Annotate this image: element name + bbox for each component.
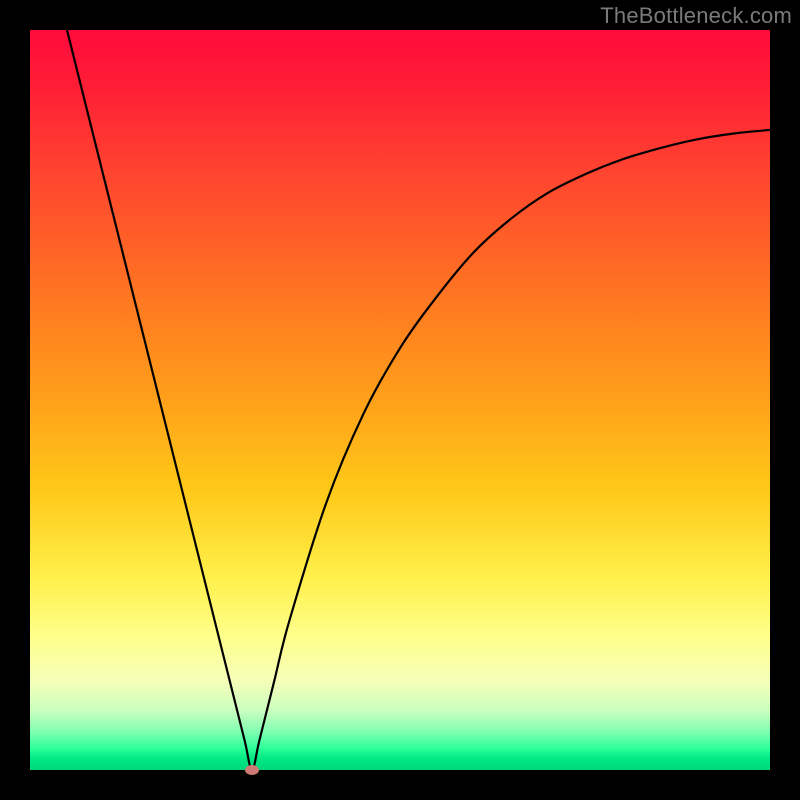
plot-area bbox=[30, 30, 770, 770]
watermark-text: TheBottleneck.com bbox=[600, 3, 792, 29]
chart-frame: TheBottleneck.com bbox=[0, 0, 800, 800]
bottleneck-curve bbox=[30, 30, 770, 770]
minimum-marker bbox=[245, 765, 259, 775]
